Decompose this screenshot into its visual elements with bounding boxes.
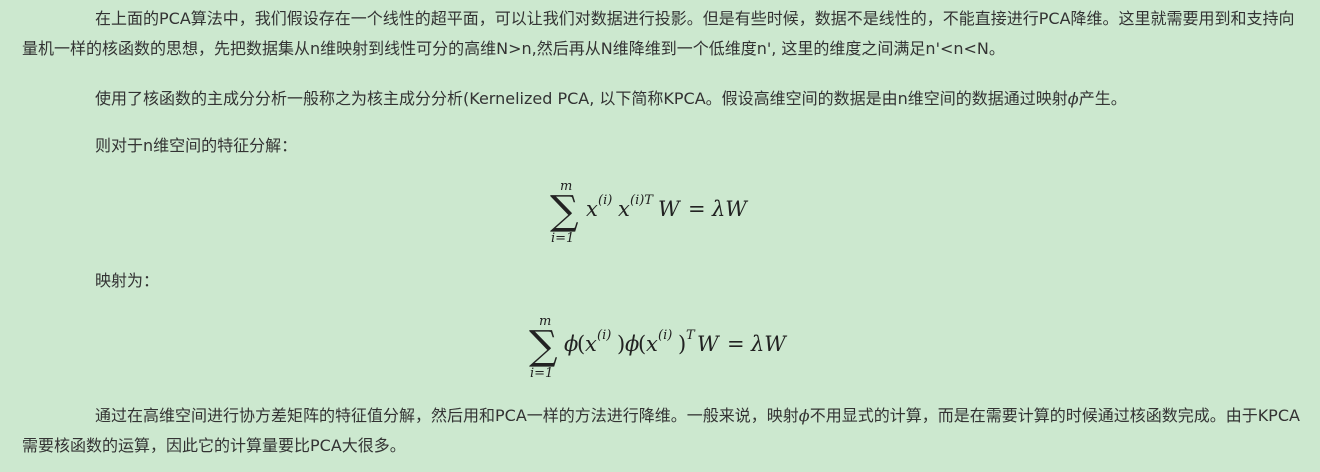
paragraph-intro: 在上面的PCA算法中，我们假设存在一个线性的超平面，可以让我们对数据进行投影。但… [22, 9, 1295, 58]
formula-x-superscript-3: (i) [597, 328, 611, 343]
paragraph-mapping-label: 映射为： [95, 271, 160, 290]
formula-x-term-3: x [585, 332, 597, 356]
paragraph-kpca-text-end: 产生。 [1078, 89, 1127, 108]
sum-lower-limit: i=1 [551, 231, 574, 246]
paragraph-kpca-definition: 使用了核函数的主成分分析一般称之为核主成分分析(Kernelized PCA, … [22, 84, 1302, 114]
formula-eigen-svg: m ∑ i=1 x (i) x (i)T W = λW [550, 179, 749, 246]
phi-symbol: ϕ [1067, 89, 1079, 108]
formula-equals: = [688, 197, 706, 221]
formula-open-paren-2: ( [638, 332, 646, 356]
phi-symbol-2: ϕ [798, 406, 810, 425]
formula-x-superscript-2: (i)T [630, 193, 654, 208]
formula-w-term-2: W [697, 332, 721, 356]
formula-lambda-w-2: λW [750, 332, 788, 356]
sum-symbol-2: ∑ [529, 323, 558, 369]
formula-w-term: W [658, 197, 682, 221]
formula-equals-2: = [727, 332, 745, 356]
formula-lambda-w: λW [711, 197, 749, 221]
formula-kernel-svg: m ∑ i=1 ϕ ( x (i) ) ϕ ( x (i) ) T W = λW [529, 314, 788, 381]
formula-kernel-mapping: m ∑ i=1 ϕ ( x (i) ) ϕ ( x (i) ) T W = λW [22, 313, 1298, 383]
formula-x-term-2: x [618, 197, 630, 221]
sum-lower-limit-2: i=1 [530, 366, 553, 381]
paragraph-kpca-text: 使用了核函数的主成分分析一般称之为核主成分分析(Kernelized PCA, … [95, 89, 1068, 108]
formula-eigen-decomposition: m ∑ i=1 x (i) x (i)T W = λW [22, 178, 1298, 248]
formula-close-paren-1: ) [617, 332, 625, 356]
paragraph-conclusion-text: 通过在高维空间进行协方差矩阵的特征值分解，然后用和PCA一样的方法进行降维。一般… [95, 406, 799, 425]
sum-symbol: ∑ [550, 188, 579, 234]
formula-transpose-superscript: T [686, 328, 696, 343]
formula-open-paren-1: ( [577, 332, 585, 356]
formula-close-paren-2: ) [678, 332, 686, 356]
formula-x-term: x [586, 197, 598, 221]
formula-x-superscript-4: (i) [658, 328, 672, 343]
formula-x-term-4: x [646, 332, 658, 356]
paragraph-conclusion: 通过在高维空间进行协方差矩阵的特征值分解，然后用和PCA一样的方法进行降维。一般… [22, 401, 1302, 461]
formula-x-superscript: (i) [598, 193, 612, 208]
paragraph-eigen-intro: 则对于n维空间的特征分解： [95, 136, 298, 155]
